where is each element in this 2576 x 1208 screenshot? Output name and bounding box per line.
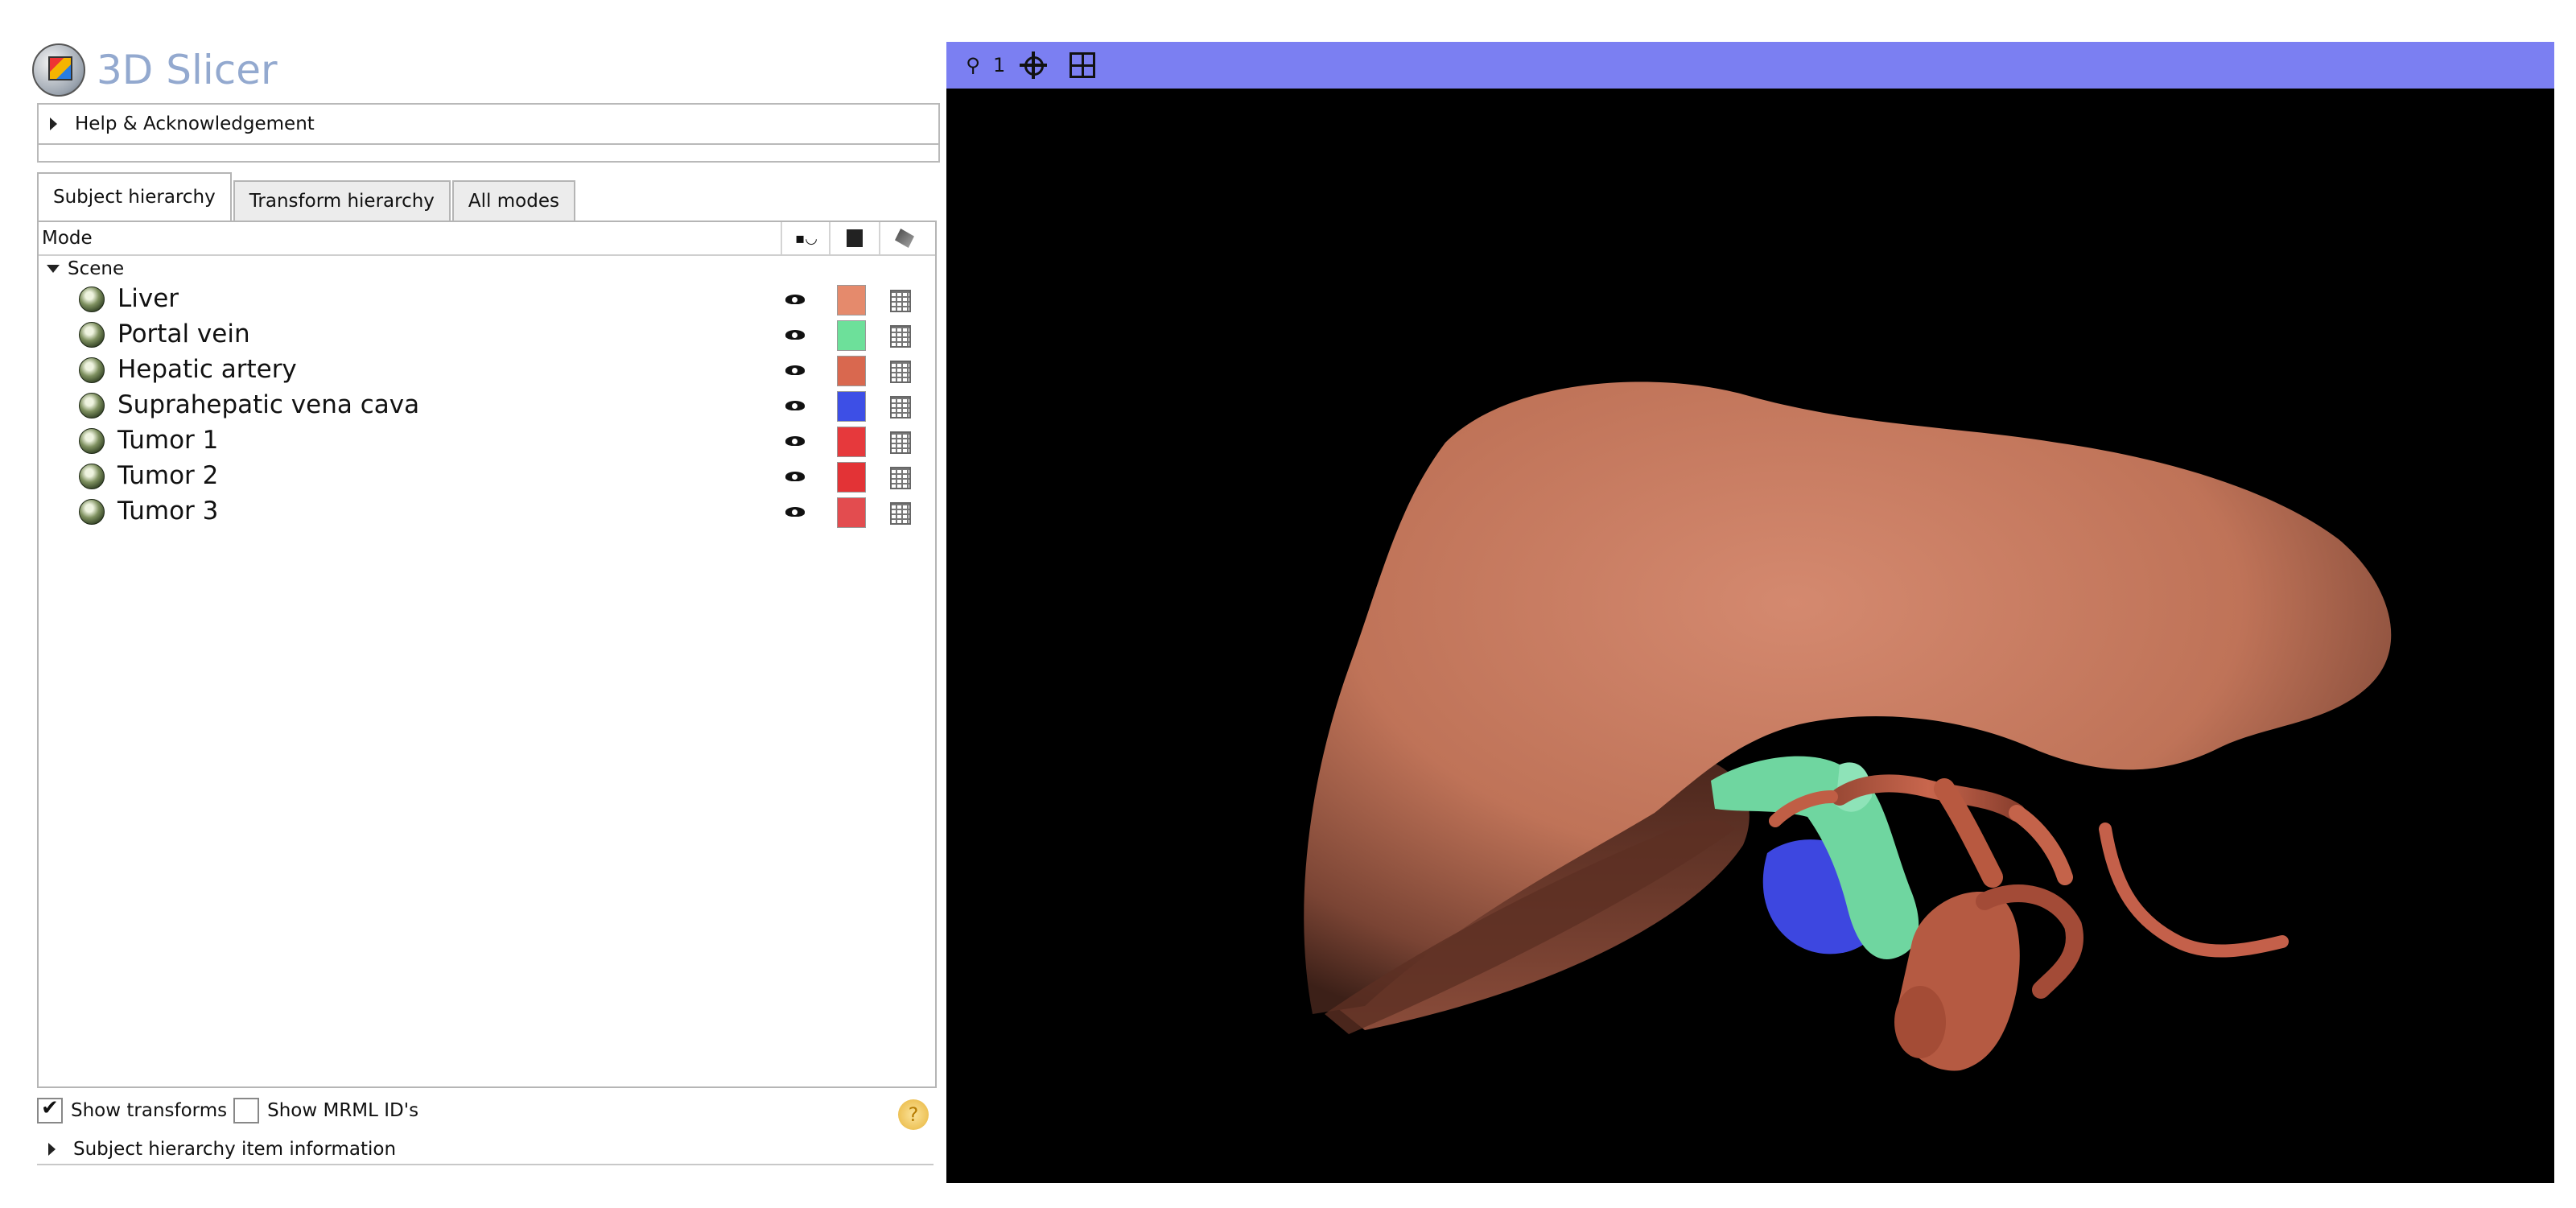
item-name: Suprahepatic vena cava — [117, 390, 420, 419]
center-view-icon[interactable] — [1020, 52, 1048, 79]
visibility-toggle-icon: ▪◡ — [795, 229, 818, 247]
tree-item-tumor-1[interactable]: Tumor 1 — [39, 423, 935, 459]
color-swatch[interactable] — [837, 285, 866, 315]
item-information-label: Subject hierarchy item information — [73, 1139, 397, 1160]
segmentation-node-icon — [79, 357, 105, 383]
eye-icon[interactable] — [785, 398, 805, 412]
tab-all-modes[interactable]: All modes — [451, 180, 575, 221]
module-panel: 3D Slicer Help & Acknowledgement Subject… — [32, 32, 940, 1183]
table-icon[interactable] — [890, 467, 911, 489]
tab-subject-hierarchy[interactable]: Subject hierarchy — [37, 172, 232, 221]
help-icon[interactable]: ? — [898, 1099, 929, 1130]
column-header-paint[interactable] — [879, 222, 929, 254]
expand-arrow-icon — [50, 118, 57, 130]
color-swatch[interactable] — [837, 427, 866, 457]
color-swatch[interactable] — [837, 320, 866, 351]
eye-icon[interactable] — [785, 433, 805, 447]
item-name: Portal vein — [117, 320, 250, 348]
tab-transform-hierarchy[interactable]: Transform hierarchy — [233, 180, 451, 221]
table-icon[interactable] — [890, 325, 911, 348]
paint-icon — [895, 229, 914, 248]
item-name: Hepatic artery — [117, 355, 297, 384]
table-icon[interactable] — [890, 431, 911, 454]
pin-icon[interactable]: ⚲ — [962, 49, 983, 81]
item-name: Tumor 2 — [117, 461, 219, 490]
tree-header: Mode ▪◡ — [39, 222, 935, 256]
table-icon[interactable] — [890, 502, 911, 525]
column-header-mode[interactable]: Mode — [42, 228, 93, 249]
subject-hierarchy-tree[interactable]: Mode ▪◡ Scene Liver Portal vein Hepatic … — [37, 221, 937, 1088]
segmentation-node-icon — [79, 464, 105, 489]
scene-node[interactable]: Scene — [39, 256, 935, 282]
segmentation-node-icon — [79, 287, 105, 312]
table-icon[interactable] — [890, 396, 911, 418]
eye-icon[interactable] — [785, 362, 805, 377]
show-transforms-checkbox[interactable] — [37, 1096, 63, 1123]
show-transforms-label: Show transforms — [71, 1100, 228, 1121]
help-section-body — [37, 145, 940, 163]
view-controller-bar: ⚲ 1 — [946, 42, 2554, 89]
scene-label: Scene — [68, 258, 125, 279]
eye-icon[interactable] — [785, 504, 805, 518]
eye-icon[interactable] — [785, 468, 805, 483]
item-name: Tumor 1 — [117, 426, 219, 455]
segmentation-node-icon — [79, 428, 105, 454]
tree-item-tumor-3[interactable]: Tumor 3 — [39, 494, 935, 530]
column-header-color[interactable] — [829, 222, 879, 254]
hierarchy-tabs: Subject hierarchy Transform hierarchy Al… — [37, 172, 577, 221]
segmentation-node-icon — [79, 499, 105, 525]
checkbox-row: Show transforms Show MRML ID's — [37, 1095, 418, 1127]
segmentation-node-icon — [79, 393, 105, 418]
table-icon[interactable] — [890, 290, 911, 312]
app-title: 3D Slicer — [97, 47, 278, 93]
color-square-icon — [847, 229, 863, 247]
column-header-visibility[interactable]: ▪◡ — [781, 222, 831, 254]
help-section-label: Help & Acknowledgement — [75, 113, 315, 134]
slicer-logo-icon — [32, 43, 85, 97]
item-name: Liver — [117, 284, 179, 313]
liver-3d-render[interactable] — [946, 89, 2554, 1183]
tree-item-suprahepatic-vena-cava[interactable]: Suprahepatic vena cava — [39, 388, 935, 423]
tree-item-hepatic-artery[interactable]: Hepatic artery — [39, 353, 935, 388]
artery-branch — [2099, 823, 2289, 958]
table-icon[interactable] — [890, 361, 911, 383]
show-mrml-ids-label: Show MRML ID's — [267, 1100, 419, 1121]
help-acknowledgement-section[interactable]: Help & Acknowledgement — [37, 103, 940, 145]
segmentation-node-icon — [79, 322, 105, 348]
tree-item-portal-vein[interactable]: Portal vein — [39, 317, 935, 353]
color-swatch[interactable] — [837, 497, 866, 528]
tree-item-tumor-2[interactable]: Tumor 2 — [39, 459, 935, 494]
tree-footer: Show transforms Show MRML ID's ? Subject… — [37, 1086, 937, 1175]
color-swatch[interactable] — [837, 462, 866, 493]
layout-icon[interactable] — [1070, 52, 1096, 78]
item-information-section[interactable]: Subject hierarchy item information — [37, 1135, 934, 1165]
eye-icon[interactable] — [785, 327, 805, 341]
show-mrml-ids-checkbox[interactable] — [233, 1098, 260, 1123]
app-header: 3D Slicer — [32, 42, 278, 98]
3d-view[interactable]: ⚲ 1 — [946, 42, 2554, 1183]
expand-arrow-icon — [48, 1143, 56, 1156]
color-swatch[interactable] — [837, 391, 866, 422]
tree-item-liver[interactable]: Liver — [39, 282, 935, 317]
collapse-arrow-icon[interactable] — [47, 265, 60, 273]
eye-icon[interactable] — [785, 291, 805, 306]
view-number: 1 — [993, 54, 1006, 76]
tree-items: Liver Portal vein Hepatic artery Suprahe… — [39, 282, 935, 530]
item-name: Tumor 3 — [117, 497, 219, 526]
color-swatch[interactable] — [837, 356, 866, 386]
